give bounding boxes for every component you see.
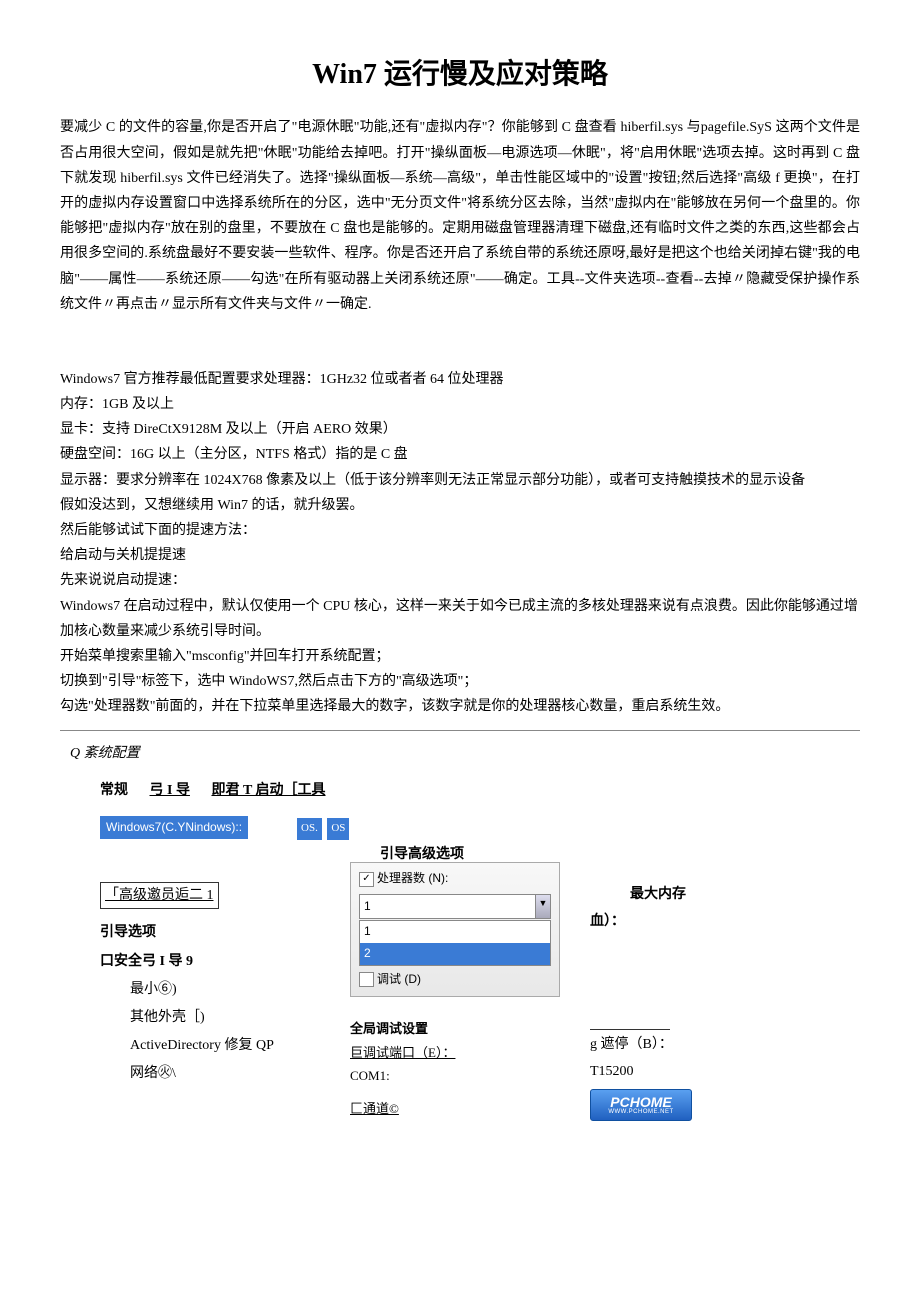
processor-count-checkbox[interactable]: ✓ bbox=[359, 872, 374, 887]
os-badge-1: OS. bbox=[297, 818, 322, 840]
dropdown-option-1[interactable]: 1 bbox=[360, 921, 550, 943]
speedup-title: 给启动与关机提提速 bbox=[60, 543, 860, 568]
page-title: Win7 运行慢及应对策略 bbox=[60, 50, 860, 100]
spec-disk: 硬盘空间：16G 以上（主分区，NTFS 格式）指的是 C 盘 bbox=[60, 442, 860, 467]
sysconfig-panel: Q 紊统配置 常规 弓 I 导 即君 T 启动［工具 Windows7(C.YN… bbox=[60, 741, 860, 1122]
processor-count-dropdown[interactable]: 1 ▼ bbox=[359, 894, 551, 920]
tab-general[interactable]: 常规 bbox=[100, 783, 128, 798]
pchome-logo-url: WWW.PCHOME.NET bbox=[608, 1109, 673, 1115]
step-msconfig: 开始菜单搜索里输入"msconfig"并回车打开系统配置； bbox=[60, 644, 860, 669]
safe-boot-checkbox[interactable]: 口安全弓 I 导 9 bbox=[100, 949, 320, 974]
processor-column: ✓ 处理器数 (N): 1 ▼ 1 2 调试 (D) 全局调试设置 巨 bbox=[350, 882, 560, 1121]
dropdown-selected: 1 bbox=[364, 896, 371, 918]
safe-boot-altshell[interactable]: 其他外壳［) bbox=[130, 1005, 320, 1030]
global-debug-label: 全局调试设置 bbox=[350, 1017, 560, 1040]
debug-port-value: COM1: bbox=[350, 1064, 560, 1087]
right-column: 最大内存 血）： g 遮停（B）： T15200 PCHOME WWW.PCHO… bbox=[590, 882, 770, 1121]
baud-rate-label: g 遮停（B）： bbox=[590, 1032, 770, 1057]
chevron-down-icon[interactable]: ▼ bbox=[535, 895, 550, 919]
debug-port-label: 巨调试端口（E）： bbox=[350, 1041, 560, 1064]
debug-label: 调试 (D) bbox=[377, 969, 421, 991]
spec-upgrade-note: 假如没达到，又想继续用 Win7 的话，就升级罢。 bbox=[60, 493, 860, 518]
max-memory-label: 最大内存 bbox=[630, 882, 770, 907]
os-badge-2: OS bbox=[327, 818, 349, 840]
processor-count-box: ✓ 处理器数 (N): 1 ▼ 1 2 调试 (D) bbox=[350, 862, 560, 997]
tab-boot[interactable]: 弓 I 导 bbox=[150, 783, 190, 798]
max-memory-sub: 血）： bbox=[590, 909, 770, 934]
sysconfig-window-title: Q 紊统配置 bbox=[70, 741, 860, 766]
debug-checkbox[interactable] bbox=[359, 972, 374, 987]
processor-count-label: 处理器数 (N): bbox=[377, 868, 448, 890]
dropdown-option-2[interactable]: 2 bbox=[360, 943, 550, 965]
spec-memory: 内存：1GB 及以上 bbox=[60, 392, 860, 417]
divider bbox=[60, 730, 860, 731]
spec-processor: Windows7 官方推荐最低配置要求处理器：1GHz32 位或者者 64 位处… bbox=[60, 367, 860, 392]
intro-paragraph: 要减少 C 的文件的容量,你是否开启了"电源休眠"功能,还有"虚拟内存"？你能够… bbox=[60, 115, 860, 317]
spec-display: 显示器：要求分辨率在 1024X768 像素及以上（低于该分辨率则无法正常显示部… bbox=[60, 468, 860, 493]
boot-options-label: 引导选项 bbox=[100, 920, 320, 945]
sysconfig-tabs: 常规 弓 I 导 即君 T 启动［工具 bbox=[100, 778, 860, 803]
safe-boot-minimal[interactable]: 最小⑥) bbox=[130, 977, 320, 1002]
divider-line bbox=[590, 1029, 670, 1030]
spec-gpu: 显卡：支持 DireCtX9128M 及以上（开启 AERO 效果） bbox=[60, 417, 860, 442]
speedup-intro: 然后能够试试下面的提速方法： bbox=[60, 518, 860, 543]
advanced-options-button[interactable]: 「高级邀员逅二 1 bbox=[100, 882, 219, 909]
step-boot-tab: 切换到"引导"标签下，选中 WindoWS7,然后点击下方的"高级选项"； bbox=[60, 669, 860, 694]
safe-boot-adrepair[interactable]: ActiveDirectory 修复 QP bbox=[130, 1033, 320, 1058]
boot-entry-selected[interactable]: Windows7(C.YNindows):: bbox=[100, 816, 248, 840]
boot-options-column: 「高级邀员逅二 1 引导选项 口安全弓 I 导 9 最小⑥) 其他外壳［) Ac… bbox=[100, 882, 320, 1121]
baud-rate-value: T15200 bbox=[590, 1059, 770, 1084]
channel-label: 匚通道© bbox=[350, 1097, 560, 1120]
safe-boot-network[interactable]: 网络㊋\ bbox=[130, 1061, 320, 1086]
boot-speedup-label: 先来说说启动提速： bbox=[60, 568, 860, 593]
step-proc-count: 勾选"处理器数"前面的，并在下拉菜单里选择最大的数字，该数字就是你的处理器核心数… bbox=[60, 694, 860, 719]
pchome-logo: PCHOME WWW.PCHOME.NET bbox=[590, 1089, 692, 1121]
boot-explain: Windows7 在启动过程中，默认仅使用一个 CPU 核心，这样一来关于如今已… bbox=[60, 594, 860, 644]
tab-startup-tools[interactable]: 即君 T 启动［工具 bbox=[211, 783, 325, 798]
pchome-logo-text: PCHOME bbox=[610, 1095, 671, 1109]
dropdown-list: 1 2 bbox=[359, 920, 551, 965]
